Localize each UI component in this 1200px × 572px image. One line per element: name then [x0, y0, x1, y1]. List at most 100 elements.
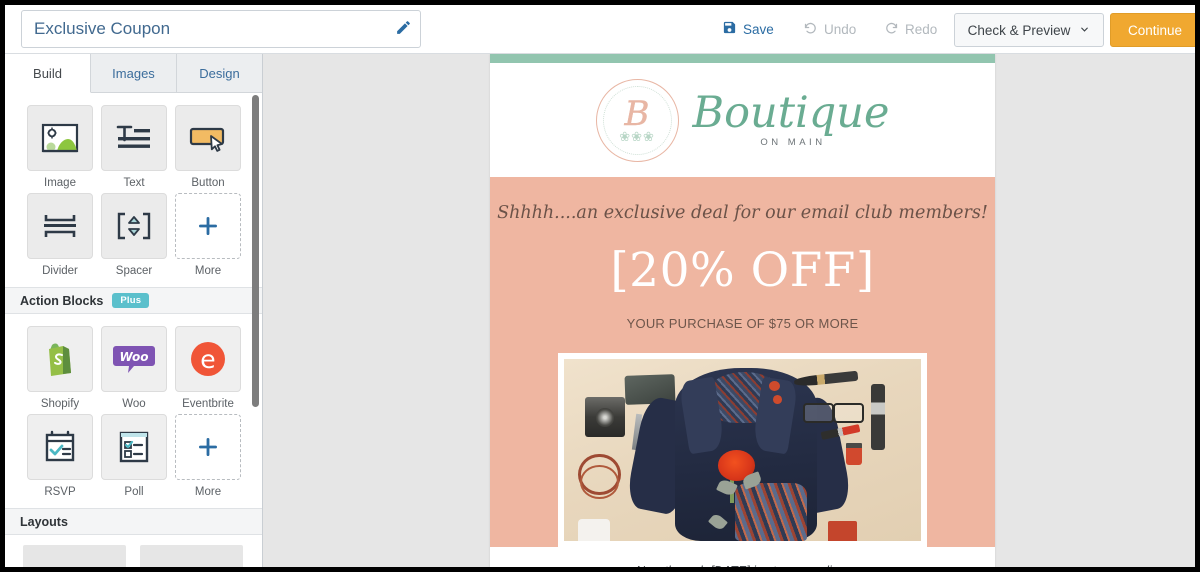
email-canvas: B ❀❀❀ Boutique ON MAIN Shhhh....an exclu… [263, 54, 1195, 567]
flatlay-photo [564, 359, 921, 541]
block-woo-label: Woo [122, 398, 146, 410]
undo-button[interactable]: Undo [803, 16, 856, 42]
email-image-block[interactable] [558, 353, 927, 547]
calendar-check-icon [27, 414, 93, 480]
block-rsvp[interactable]: RSVP [23, 414, 97, 498]
save-label: Save [743, 21, 774, 37]
plus-icon [175, 193, 241, 259]
email-preview: B ❀❀❀ Boutique ON MAIN Shhhh....an exclu… [490, 54, 995, 567]
continue-label: Continue [1127, 22, 1183, 38]
edit-title-button[interactable] [386, 11, 420, 47]
email-builder-app: Save Undo Redo Check & Preview [0, 0, 1200, 572]
brand-name: Boutique [692, 88, 890, 138]
check-and-preview-dropdown[interactable]: Check & Preview [954, 13, 1104, 47]
berry-object [769, 380, 780, 391]
block-more-action[interactable]: More [171, 414, 245, 498]
block-shopify[interactable]: Shopify [23, 326, 97, 410]
watch-object [871, 384, 886, 450]
redo-button[interactable]: Redo [884, 16, 937, 42]
campaign-title-input[interactable] [22, 19, 386, 39]
spacer-block-icon [101, 193, 167, 259]
eventbrite-logo-icon: e [175, 326, 241, 392]
undo-arrow-icon [803, 20, 818, 38]
email-logo-block[interactable]: B ❀❀❀ Boutique ON MAIN [490, 63, 995, 177]
undo-label: Undo [824, 21, 857, 37]
chevron-down-icon [1079, 23, 1090, 38]
action-blocks-title: Action Blocks [20, 293, 104, 308]
eyeglasses-object [803, 402, 864, 424]
block-more-basic[interactable]: More [171, 193, 245, 277]
cup-object [578, 519, 611, 541]
block-button[interactable]: Button [171, 105, 245, 189]
action-blocks-header: Action Blocks Plus [5, 287, 262, 314]
red-box-object [828, 520, 857, 541]
block-spacer[interactable]: Spacer [97, 193, 171, 277]
button-block-icon [175, 105, 241, 171]
block-button-label: Button [191, 177, 225, 189]
block-woo[interactable]: Woo Woo [97, 326, 171, 410]
email-accent-bar [490, 54, 995, 63]
brand-lockup: Boutique ON MAIN [692, 88, 890, 149]
plaid-scarf-object [735, 482, 807, 541]
block-divider-label: Divider [42, 265, 78, 277]
floppy-disk-icon [722, 20, 737, 38]
monogram-circle-icon: B ❀❀❀ [595, 78, 679, 162]
build-sidebar: Build Images Design Image Text Button Di… [5, 54, 263, 567]
redo-label: Redo [905, 21, 938, 37]
block-text[interactable]: Text [97, 105, 171, 189]
continue-button[interactable]: Continue [1110, 13, 1195, 47]
layouts-row [5, 535, 262, 567]
campaign-title-field[interactable] [21, 10, 421, 48]
tab-build-label: Build [33, 65, 62, 81]
save-button[interactable]: Save [722, 16, 774, 42]
plus-icon [175, 414, 241, 480]
block-more-basic-label: More [194, 265, 222, 277]
sidebar-tabs: Build Images Design [5, 54, 262, 93]
sidebar-scrollbar[interactable] [252, 95, 259, 407]
belt-object [580, 464, 620, 500]
divider-block-icon [27, 193, 93, 259]
makeup-brush-object [793, 370, 859, 387]
promo-headline: [20% OFF] [610, 243, 875, 298]
nail-polish-object [846, 442, 863, 465]
block-text-label: Text [123, 177, 145, 189]
block-image-label: Image [44, 177, 76, 189]
layout-thumbnail[interactable] [140, 545, 243, 567]
tab-design[interactable]: Design [177, 54, 262, 92]
svg-text:Woo: Woo [119, 350, 148, 364]
redo-arrow-icon [884, 20, 899, 38]
block-poll-label: Poll [124, 486, 144, 498]
svg-text:e: e [200, 345, 215, 374]
block-shopify-label: Shopify [40, 398, 80, 410]
image-block-icon [27, 105, 93, 171]
block-more-action-label: More [194, 486, 222, 498]
block-image[interactable]: Image [23, 105, 97, 189]
pencil-icon [395, 19, 412, 39]
tab-images[interactable]: Images [91, 54, 177, 92]
footer-text: Now through [DATE] in store or online. [490, 564, 995, 567]
block-eventbrite[interactable]: e Eventbrite [171, 326, 245, 410]
promo-tease-text: Shhhh....an exclusive deal for our email… [497, 203, 988, 223]
camera-object [585, 397, 625, 438]
floral-flourish-icon: ❀❀❀ [619, 128, 655, 144]
tab-images-label: Images [112, 65, 155, 81]
top-toolbar: Save Undo Redo Check & Preview [5, 5, 1195, 54]
layout-thumbnail[interactable] [23, 545, 126, 567]
brand-tagline: ON MAIN [760, 137, 826, 148]
promo-block[interactable]: Shhhh....an exclusive deal for our email… [490, 177, 995, 547]
layouts-title: Layouts [20, 514, 68, 529]
basic-blocks-grid: Image Text Button Divider Spacer More [5, 93, 262, 287]
block-poll[interactable]: Poll [97, 414, 171, 498]
layouts-header: Layouts [5, 508, 262, 535]
action-blocks-grid: Shopify Woo Woo e Eventbrite RSVP Poll M… [5, 314, 262, 508]
woocommerce-logo-icon: Woo [101, 326, 167, 392]
plus-badge: Plus [112, 293, 150, 308]
block-divider[interactable]: Divider [23, 193, 97, 277]
block-rsvp-label: RSVP [44, 486, 76, 498]
email-footer-block[interactable]: Now through [DATE] in store or online. [490, 547, 995, 567]
poll-checklist-icon [101, 414, 167, 480]
block-eventbrite-label: Eventbrite [182, 398, 234, 410]
tab-build[interactable]: Build [5, 54, 91, 93]
promo-subline: YOUR PURCHASE OF $75 OR MORE [626, 316, 859, 331]
check-preview-label: Check & Preview [967, 22, 1071, 38]
